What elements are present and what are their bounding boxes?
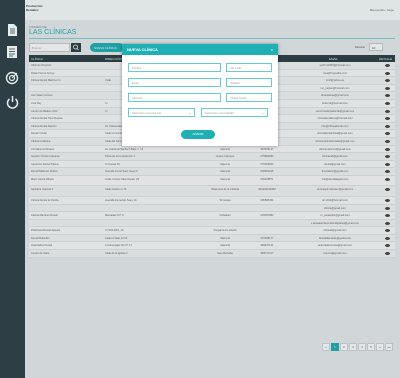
email-field[interactable]: Email — [128, 78, 221, 87]
cif-field[interactable]: CIF o NIF — [226, 63, 272, 72]
address-field[interactable]: Dirección — [128, 93, 221, 102]
province-select[interactable]: Seleccione una provincia ⌄ — [128, 108, 195, 117]
top-bar: VM Producción Dentales Bienvenido, Jorge — [0, 0, 400, 20]
target-icon[interactable] — [5, 71, 20, 85]
logo-text: Producción Dentales — [26, 4, 43, 12]
name-field[interactable]: Nombre — [128, 63, 221, 72]
add-clinic-button[interactable]: AÑADIR — [181, 130, 215, 139]
postal-code-field[interactable]: Código Postal — [226, 93, 272, 102]
locality-select-label: Seleccione una localidad — [205, 111, 234, 115]
power-icon[interactable] — [5, 95, 20, 109]
chevron-down-icon: ⌄ — [261, 111, 264, 115]
close-icon[interactable]: x — [271, 47, 273, 52]
user-greeting[interactable]: Bienvenido, Jorge — [370, 8, 394, 12]
modal-header: NUEVA CLÍNICA x — [122, 44, 278, 55]
province-select-label: Seleccione una provincia — [132, 111, 161, 115]
logo-line2: Dentales — [26, 7, 39, 12]
phone-field[interactable]: Teléfono — [226, 78, 272, 87]
locality-select[interactable]: Seleccione una localidad ⌄ — [201, 108, 268, 117]
file-icon[interactable] — [5, 23, 20, 37]
sidebar — [0, 0, 25, 378]
document-list-icon[interactable] — [5, 45, 20, 59]
chevron-down-icon: ⌄ — [188, 111, 191, 115]
modal-title: NUEVA CLÍNICA — [127, 47, 158, 52]
new-clinic-modal: NUEVA CLÍNICA x Nombre CIF o NIF Email T… — [122, 44, 278, 146]
